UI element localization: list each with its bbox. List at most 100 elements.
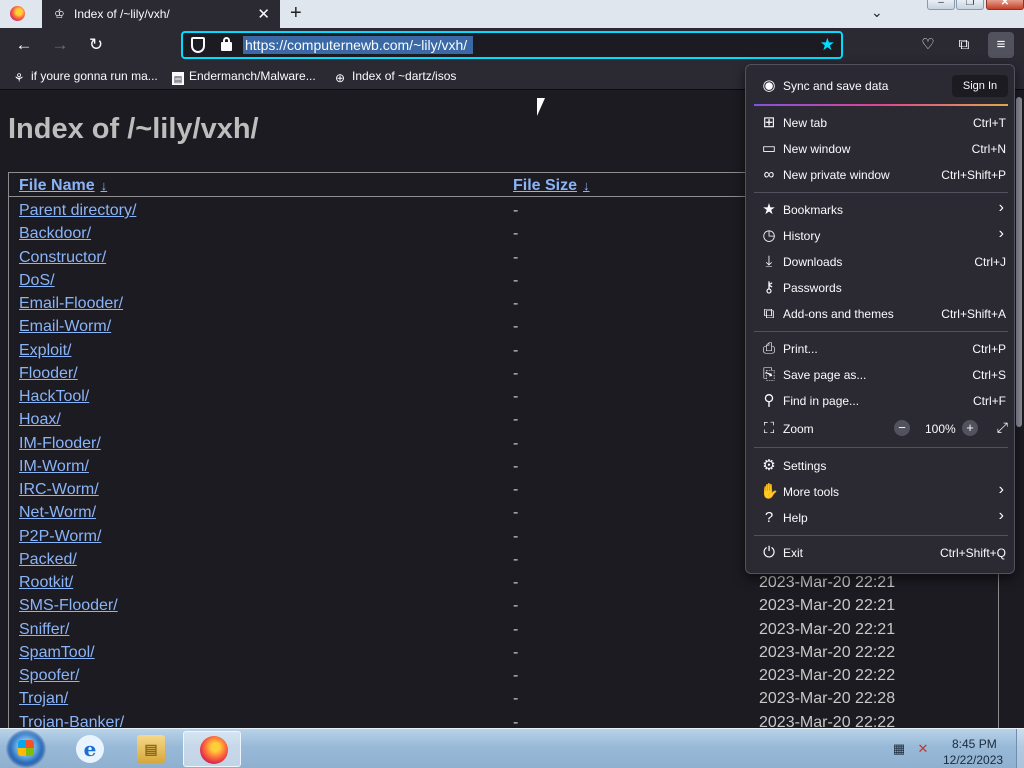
- menu-item-private-window[interactable]: ∞ New private window Ctrl+Shift+P: [750, 164, 1010, 186]
- bookmark-item[interactable]: ⚘ if youre gonna run ma...: [12, 69, 158, 85]
- back-arrow-icon[interactable]: ←: [14, 35, 34, 55]
- menu-item-downloads[interactable]: ⤓ Downloads Ctrl+J: [750, 251, 1010, 273]
- file-link[interactable]: P2P-Worm/: [19, 528, 101, 546]
- taskbar-app-file-explorer[interactable]: ▤: [121, 731, 179, 767]
- file-link[interactable]: Constructor/: [19, 249, 106, 267]
- menu-item-help[interactable]: ? Help ›: [750, 507, 1010, 529]
- file-link[interactable]: Trojan/: [19, 690, 68, 708]
- file-date: 2023-Mar-20 22:22: [759, 667, 896, 684]
- file-link[interactable]: SMS-Flooder/: [19, 597, 118, 615]
- tools-icon: ✋: [760, 483, 779, 500]
- file-link[interactable]: Sniffer/: [19, 621, 69, 639]
- file-link[interactable]: SpamTool/: [19, 644, 95, 662]
- firefox-view-icon[interactable]: [10, 6, 25, 21]
- menu-item-zoom: ⛶ Zoom − 100% + ⤢: [750, 418, 1010, 440]
- menu-item-new-tab[interactable]: ⊞ New tab Ctrl+T: [750, 112, 1010, 134]
- pocket-icon[interactable]: ♡: [918, 35, 938, 55]
- file-link[interactable]: Email-Flooder/: [19, 295, 123, 313]
- show-desktop-button[interactable]: [1016, 729, 1024, 768]
- menu-item-history[interactable]: ◷ History ›: [750, 225, 1010, 247]
- file-size: -: [513, 690, 519, 708]
- zoom-in-button[interactable]: +: [962, 420, 978, 436]
- file-size: -: [513, 271, 519, 289]
- file-size: -: [513, 295, 519, 312]
- menu-item-find[interactable]: ⚲ Find in page... Ctrl+F: [750, 390, 1010, 412]
- menu-item-settings[interactable]: ⚙ Settings: [750, 455, 1010, 477]
- page-scrollbar[interactable]: [1014, 91, 1024, 728]
- chevron-right-icon: ›: [998, 225, 1004, 242]
- file-size: -: [513, 248, 519, 266]
- site-security-lock-icon[interactable]: [221, 37, 232, 51]
- scrollbar-thumb[interactable]: [1016, 97, 1022, 427]
- address-bar[interactable]: ★: [181, 31, 843, 59]
- file-link[interactable]: Hoax/: [19, 411, 61, 429]
- window-close-button[interactable]: ✕: [986, 0, 1024, 10]
- file-link[interactable]: IRC-Worm/: [19, 481, 99, 499]
- file-link[interactable]: HackTool/: [19, 388, 89, 406]
- table-row: SpamTool/ - 2023-Mar-20 22:22: [9, 641, 999, 664]
- volume-muted-icon[interactable]: ✕: [915, 742, 931, 756]
- menu-item-bookmarks[interactable]: ★ Bookmarks ›: [750, 199, 1010, 221]
- list-all-tabs-chevron-icon[interactable]: ⌄: [871, 4, 883, 21]
- window-minimize-button[interactable]: –: [927, 0, 955, 10]
- file-size: -: [513, 341, 519, 359]
- tab-close-icon[interactable]: ✕: [257, 5, 270, 23]
- zoom-level[interactable]: 100%: [925, 422, 956, 436]
- star-icon: ★: [762, 201, 776, 218]
- menu-item-more-tools[interactable]: ✋ More tools ›: [750, 481, 1010, 503]
- column-header-file-size[interactable]: File Size ↓: [513, 177, 590, 195]
- menu-item-exit[interactable]: ⏻ Exit Ctrl+Shift+Q: [750, 542, 1010, 564]
- fullscreen-expand-icon[interactable]: ⤢: [997, 419, 1008, 436]
- menu-item-passwords[interactable]: ⚷ Passwords: [750, 277, 1010, 299]
- bookmark-star-icon[interactable]: ★: [820, 35, 835, 55]
- bookmark-item[interactable]: ⊕ Index of ~dartz/isos: [333, 69, 456, 85]
- tracking-protection-shield-icon[interactable]: [191, 37, 205, 53]
- file-link[interactable]: Backdoor/: [19, 225, 91, 243]
- taskbar-app-internet-explorer[interactable]: e: [60, 731, 118, 767]
- file-link[interactable]: Packed/: [19, 551, 77, 569]
- file-link[interactable]: DoS/: [19, 272, 55, 290]
- clock-time[interactable]: 8:45 PM: [952, 737, 997, 751]
- fullscreen-frame-icon: ⛶: [763, 420, 775, 437]
- system-tray: ▦ ✕ 8:45 PM 12/22/2023: [885, 733, 1015, 767]
- bookmark-item[interactable]: ▤ Endermanch/Malware...: [172, 69, 316, 85]
- forward-arrow-icon[interactable]: →: [50, 35, 70, 55]
- active-tab[interactable]: ♔ Index of /~lily/vxh/ ✕: [42, 0, 280, 28]
- file-link[interactable]: IM-Flooder/: [19, 435, 101, 453]
- menu-item-save-page[interactable]: ⎘ Save page as... Ctrl+S: [750, 364, 1010, 386]
- url-input[interactable]: [243, 36, 473, 54]
- zoom-out-button[interactable]: −: [894, 420, 910, 436]
- taskbar-app-firefox[interactable]: [183, 731, 241, 767]
- file-size: -: [513, 597, 519, 615]
- file-link[interactable]: Rootkit/: [19, 574, 73, 592]
- chevron-right-icon: ›: [998, 481, 1004, 498]
- menu-item-print[interactable]: ⎙ Print... Ctrl+P: [750, 338, 1010, 360]
- new-tab-icon: ⊞: [762, 114, 776, 131]
- file-size: -: [513, 667, 519, 684]
- menu-item-addons[interactable]: ⧉ Add-ons and themes Ctrl+Shift+A: [750, 303, 1010, 325]
- network-icon[interactable]: ▦: [891, 742, 907, 756]
- file-link[interactable]: Exploit/: [19, 342, 71, 360]
- column-header-file-name[interactable]: File Name ↓: [19, 177, 107, 195]
- start-button[interactable]: [6, 730, 46, 768]
- menu-item-new-window[interactable]: ▭ New window Ctrl+N: [750, 138, 1010, 160]
- sign-in-button[interactable]: Sign In: [952, 75, 1008, 97]
- new-tab-plus-icon[interactable]: +: [290, 2, 302, 25]
- extensions-puzzle-icon[interactable]: ⧉: [954, 35, 974, 55]
- reload-icon[interactable]: ↻: [86, 35, 106, 55]
- file-size: -: [513, 411, 519, 429]
- file-link[interactable]: Flooder/: [19, 365, 78, 383]
- menu-separator: [754, 192, 1008, 193]
- file-size: -: [513, 225, 519, 243]
- file-link[interactable]: IM-Worm/: [19, 458, 89, 476]
- file-link[interactable]: Spoofer/: [19, 667, 79, 685]
- file-link[interactable]: Net-Worm/: [19, 504, 96, 522]
- table-row: SMS-Flooder/ - 2023-Mar-20 22:21: [9, 594, 999, 617]
- app-menu-hamburger-icon[interactable]: ≡: [988, 32, 1014, 58]
- window-restore-button[interactable]: ❐: [956, 0, 984, 10]
- menu-separator: [754, 535, 1008, 536]
- clock-date[interactable]: 12/22/2023: [943, 753, 1003, 767]
- file-size: -: [513, 388, 519, 405]
- file-link[interactable]: Parent directory/: [19, 202, 136, 220]
- file-link[interactable]: Email-Worm/: [19, 318, 111, 336]
